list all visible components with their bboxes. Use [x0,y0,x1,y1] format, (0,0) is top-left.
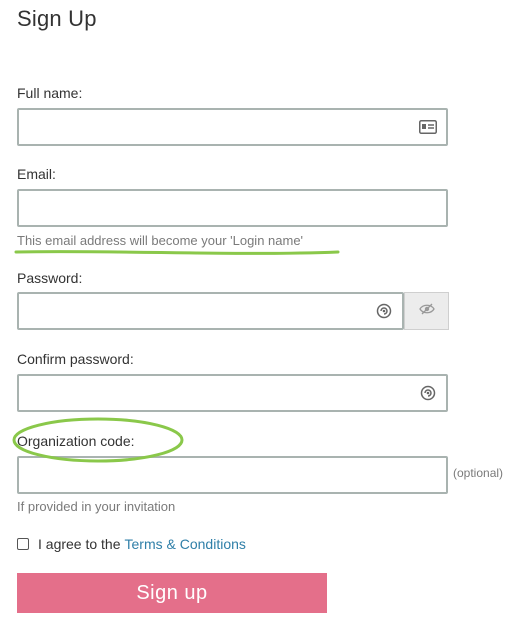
confirm-password-label: Confirm password: [17,351,134,367]
confirm-password-input[interactable] [19,376,446,410]
show-password-button[interactable] [404,292,449,330]
organization-code-field[interactable] [17,456,448,494]
organization-code-label: Organization code: [17,433,135,449]
password-label: Password: [17,270,83,286]
password-field[interactable] [17,292,404,330]
password-generate-icon[interactable] [374,301,394,321]
password-input[interactable] [19,294,402,328]
confirm-password-field[interactable] [17,374,448,412]
organization-code-hint: If provided in your invitation [17,499,176,514]
full-name-label: Full name: [17,85,83,101]
full-name-field[interactable] [17,108,448,146]
organization-code-input[interactable] [19,458,446,492]
full-name-input[interactable] [19,110,446,144]
email-hint: This email address will become your 'Log… [17,233,304,248]
password-generate-icon[interactable] [418,383,438,403]
email-field[interactable] [17,189,448,227]
eye-slash-icon [418,302,435,320]
terms-checkbox[interactable] [17,538,29,550]
page-title: Sign Up [17,6,97,31]
terms-text: I agree to the [38,536,121,552]
email-label: Email: [17,166,56,182]
contact-card-icon[interactable] [418,117,438,137]
optional-label: (optional) [453,466,504,480]
terms-link[interactable]: Terms & Conditions [125,536,246,552]
terms-row: I agree to the Terms & Conditions [17,536,246,552]
email-hint-underline [14,250,340,255]
sign-up-button[interactable]: Sign up [17,573,327,613]
email-input[interactable] [19,191,446,225]
